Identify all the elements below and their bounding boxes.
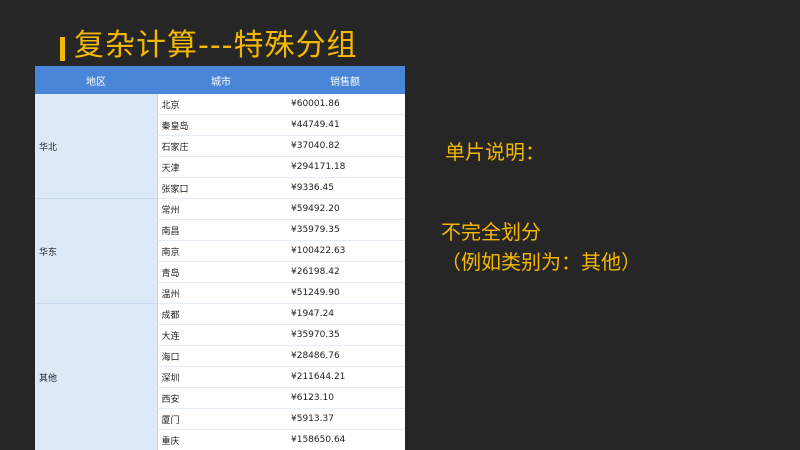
note-line-2: （例如类别为：其他）	[441, 250, 641, 274]
amount-cell: ¥1947.24	[285, 303, 405, 325]
amount-cell: ¥51249.90	[285, 282, 405, 304]
amount-cell: ¥59492.20	[285, 198, 405, 220]
amount-cell: ¥26198.42	[285, 261, 405, 283]
city-cell: 海口	[157, 345, 285, 367]
table-row: 其他 成都 ¥1947.24	[35, 303, 405, 450]
amount-cell: ¥294171.18	[285, 156, 405, 178]
city-cell: 重庆	[157, 429, 285, 450]
region-cell: 华北	[35, 94, 158, 199]
city-cell: 南昌	[157, 219, 285, 241]
sales-table: 地区 城市 销售额 华北 北京 ¥60001.86 秦皇岛 ¥44749.41 石家庄 ¥3…	[35, 66, 405, 450]
note-line-1: 不完全划分	[441, 220, 541, 244]
amount-cell: ¥100422.63	[285, 240, 405, 262]
amount-cell: ¥37040.82	[285, 135, 405, 157]
city-cell: 常州	[157, 198, 285, 220]
region-cell: 其他	[35, 303, 158, 450]
city-cell: 成都	[157, 303, 285, 325]
city-cell: 天津	[157, 156, 285, 178]
amount-cell: ¥44749.41	[285, 114, 405, 136]
city-cell: 大连	[157, 324, 285, 346]
city-cell: 秦皇岛	[157, 114, 285, 136]
city-cell: 北京	[157, 94, 285, 115]
header-region[interactable]: 地区	[35, 66, 157, 94]
city-cell: 温州	[157, 282, 285, 304]
city-cell: 厦门	[157, 408, 285, 430]
amount-cell: ¥6123.10	[285, 387, 405, 409]
amount-cell: ¥211644.21	[285, 366, 405, 388]
amount-cell: ¥35970.35	[285, 324, 405, 346]
note-heading: 单片说明：	[445, 140, 545, 164]
table-row: 华东 常州 ¥59492.20	[35, 198, 405, 304]
amount-cell: ¥35979.35	[285, 219, 405, 241]
sales-table-panel: 地区 城市 销售额 华北 北京 ¥60001.86 秦皇岛 ¥44749.41 石家庄 ¥3…	[35, 66, 405, 450]
region-cell: 华东	[35, 198, 158, 304]
slide-title: 复杂计算---特殊分组	[74, 28, 358, 63]
table-header-row: 地区 城市 销售额	[35, 66, 405, 94]
city-cell: 张家口	[157, 177, 285, 199]
table-row: 华北 北京 ¥60001.86	[35, 94, 405, 199]
city-cell: 青岛	[157, 261, 285, 283]
header-amount[interactable]: 销售额	[285, 66, 405, 94]
amount-cell: ¥28486.76	[285, 345, 405, 367]
table-body: 华北 北京 ¥60001.86 秦皇岛 ¥44749.41 石家庄 ¥37040.82 天津 ¥…	[35, 94, 405, 450]
amount-cell: ¥5913.37	[285, 408, 405, 430]
city-cell: 西安	[157, 387, 285, 409]
header-city[interactable]: 城市	[157, 66, 285, 94]
title-accent-bar	[60, 37, 65, 61]
city-cell: 石家庄	[157, 135, 285, 157]
city-cell: 深圳	[157, 366, 285, 388]
amount-cell: ¥9336.45	[285, 177, 405, 199]
city-cell: 南京	[157, 240, 285, 262]
amount-cell: ¥158650.64	[285, 429, 405, 450]
amount-cell: ¥60001.86	[285, 94, 405, 115]
